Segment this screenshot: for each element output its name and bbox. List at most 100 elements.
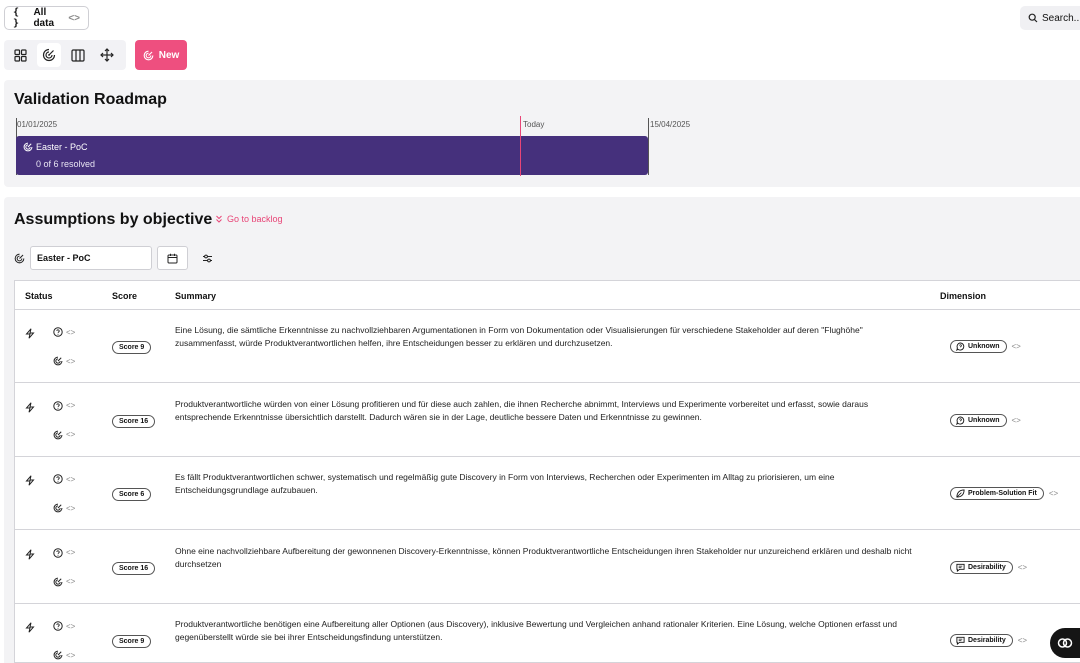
objective-link[interactable]: <> <box>53 430 75 440</box>
dimension-cell[interactable]: Desirability <> <box>950 560 1028 574</box>
all-data-selector[interactable]: { } All data <> <box>4 6 89 30</box>
today-label: Today <box>523 120 545 129</box>
objective-bar-progress: 0 of 6 resolved <box>36 159 96 169</box>
table-row[interactable]: <> <> Score 9 Produktverantwortliche benöti… <box>15 604 1080 662</box>
assumption-summary[interactable]: Produktverantwortliche benötigen eine Au… <box>175 618 915 644</box>
timeline-end-label: 15/04/2025 <box>650 120 691 129</box>
search-label: Search... <box>1042 12 1080 24</box>
code-icon: <> <box>66 621 76 631</box>
objective-icon <box>53 356 63 366</box>
timeline-end-marker <box>648 118 649 175</box>
objective-link[interactable]: <> <box>53 503 75 513</box>
objective-icon <box>53 503 63 513</box>
go-to-backlog-link[interactable]: Go to backlog <box>215 214 283 224</box>
dimension-cell[interactable]: Unknown <> <box>950 340 1021 353</box>
new-button-label: New <box>158 49 180 61</box>
validation-status[interactable]: <> <box>53 474 75 484</box>
code-icon: <> <box>66 577 76 586</box>
objective-icon <box>23 142 33 152</box>
go-to-backlog-label: Go to backlog <box>227 214 283 224</box>
message-icon <box>956 563 965 572</box>
code-icon: <> <box>1017 562 1028 572</box>
bolt-icon[interactable] <box>25 475 35 486</box>
dimension-cell[interactable]: Unknown <> <box>950 413 1021 427</box>
score-badge: Score 16 <box>112 414 156 428</box>
code-icon: <> <box>68 12 80 24</box>
validation-status[interactable]: <> <box>53 327 75 337</box>
objective-input[interactable] <box>30 246 152 270</box>
table-row[interactable]: <> <> Score 9 Eine Lösung, die sämtliche Er… <box>15 310 1080 383</box>
filter-settings-button[interactable] <box>195 246 219 270</box>
objective-view-button[interactable] <box>37 43 61 67</box>
assumptions-section: Assumptions by objective Go to backlog S… <box>4 197 1080 663</box>
assumption-summary[interactable]: Es fällt Produktverantwortlichen schwer,… <box>175 471 915 497</box>
date-picker-button[interactable] <box>157 246 188 270</box>
code-icon: <> <box>1011 415 1021 425</box>
dimension-badge[interactable]: Unknown <box>950 340 1007 353</box>
bolt-icon[interactable] <box>25 401 35 413</box>
dimension-label: Unknown <box>968 416 1000 424</box>
code-icon: <> <box>66 548 76 557</box>
dimension-cell[interactable]: Problem-Solution Fit <> <box>950 487 1058 500</box>
table-row[interactable]: <> <> Score 6 Es fällt Produktverantwortlic… <box>15 457 1080 530</box>
chevrons-down-icon <box>215 215 223 223</box>
bolt-icon[interactable] <box>25 548 35 560</box>
search-button[interactable]: Search... <box>1020 6 1080 30</box>
assumption-summary[interactable]: Ohne eine nachvollziehbare Aufbereitung … <box>175 545 915 571</box>
bolt-icon[interactable] <box>25 622 35 633</box>
help-circle-icon <box>53 327 63 337</box>
objective-link[interactable]: <> <box>53 650 75 660</box>
dimension-badge[interactable]: Desirability <box>950 634 1013 647</box>
columns-icon <box>71 48 85 62</box>
assumptions-title: Assumptions by objective <box>14 211 213 228</box>
table-row[interactable]: <> <> Score 16 Ohne eine nachvollziehbare A… <box>15 531 1080 604</box>
assumptions-table: Status Score Summary Dimension <> <> Score… <box>14 280 1080 663</box>
dimension-badge[interactable]: Problem-Solution Fit <box>950 487 1044 500</box>
objective-icon <box>53 650 63 660</box>
validation-status[interactable]: <> <box>53 400 75 411</box>
column-score[interactable]: Score <box>112 291 137 301</box>
validation-status[interactable]: <> <box>53 621 75 631</box>
leaf-icon <box>956 489 965 498</box>
view-toolbar <box>4 40 126 70</box>
dimension-label: Problem-Solution Fit <box>968 490 1037 497</box>
dimension-badge[interactable]: Unknown <box>950 413 1007 427</box>
bolt-icon[interactable] <box>25 328 35 339</box>
all-data-label: All data <box>33 7 54 29</box>
column-status[interactable]: Status <box>25 291 53 301</box>
column-summary[interactable]: Summary <box>175 291 216 301</box>
grid-icon <box>13 48 27 62</box>
new-button[interactable]: New <box>135 40 187 70</box>
help-circle-icon <box>53 474 63 484</box>
score-badge: Score 6 <box>112 488 152 501</box>
objective-icon <box>42 48 56 62</box>
roadmap-title: Validation Roadmap <box>14 91 167 108</box>
code-icon: <> <box>1011 342 1021 351</box>
grid-view-button[interactable] <box>8 43 32 67</box>
help-circle-icon <box>53 621 63 631</box>
table-header: Status Score Summary Dimension <box>15 281 1080 310</box>
table-row[interactable]: <> <> Score 16 Produktverantwortliche würde… <box>15 384 1080 457</box>
assumption-summary[interactable]: Produktverantwortliche würden von einer … <box>175 398 915 424</box>
columns-view-button[interactable] <box>66 43 90 67</box>
objective-icon <box>53 577 63 587</box>
assumption-summary[interactable]: Eine Lösung, die sämtliche Erkenntnisse … <box>175 324 915 350</box>
objective-icon <box>14 253 25 264</box>
validation-status[interactable]: <> <box>53 547 76 558</box>
code-icon: <> <box>66 430 76 439</box>
objective-bar[interactable]: Easter - PoC 0 of 6 resolved <box>16 136 648 175</box>
code-icon: <> <box>66 327 76 337</box>
objective-filter-row <box>14 246 219 270</box>
objective-icon <box>53 430 63 440</box>
objective-bar-title: Easter - PoC <box>36 142 88 152</box>
move-view-button[interactable] <box>95 43 119 67</box>
braces-icon: { } <box>13 7 20 29</box>
dimension-badge[interactable]: Desirability <box>950 560 1013 574</box>
score-badge: Score 9 <box>112 341 152 354</box>
objective-link[interactable]: <> <box>53 356 75 366</box>
dimension-cell[interactable]: Desirability <> <box>950 634 1027 647</box>
column-dimension[interactable]: Dimension <box>940 291 986 301</box>
chat-button[interactable] <box>1050 628 1080 658</box>
objective-link[interactable]: <> <box>53 577 75 587</box>
sliders-icon <box>202 253 213 264</box>
